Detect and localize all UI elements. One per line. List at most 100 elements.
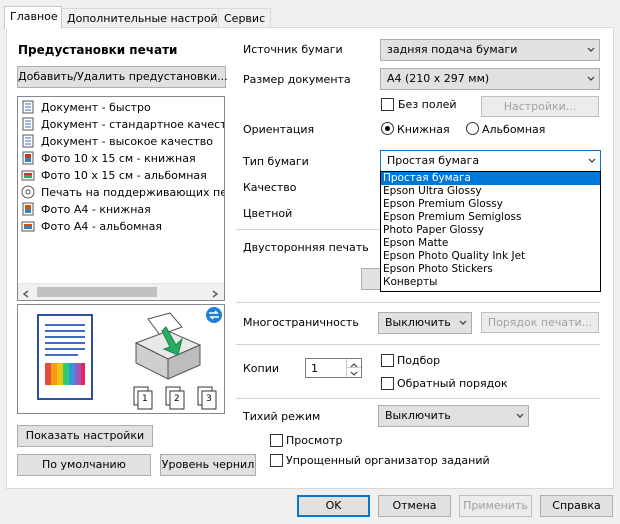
quiet-mode-label: Тихий режим	[243, 410, 321, 423]
preview-illustration	[37, 307, 222, 410]
preset-label: Фото 10 x 15 см - альбомная	[41, 169, 207, 182]
collate-number: 2	[174, 394, 180, 404]
document-icon	[21, 100, 35, 114]
quiet-mode-select[interactable]: Выключить	[378, 405, 529, 427]
paper-source-select[interactable]: задняя подача бумаги	[380, 39, 600, 61]
borderless-settings-button[interactable]: Настройки...	[481, 96, 599, 117]
preset-label: Фото A4 - альбомная	[41, 220, 162, 233]
horizontal-scrollbar[interactable]	[18, 283, 224, 300]
list-item[interactable]: Документ - быстро	[21, 100, 151, 117]
portrait-radio[interactable]	[381, 122, 394, 135]
dropdown-option[interactable]: Epson Premium Semigloss	[381, 211, 600, 224]
dropdown-option[interactable]: Epson Premium Glossy	[381, 198, 600, 211]
two-sided-icon	[206, 307, 222, 323]
dropdown-option[interactable]: Epson Photo Quality Ink Jet	[381, 250, 600, 263]
preset-label: Фото A4 - книжная	[41, 203, 151, 216]
list-item[interactable]: Документ - стандартное качество	[21, 117, 224, 134]
list-item[interactable]: Фото A4 - альбомная	[21, 219, 162, 236]
defaults-button[interactable]: По умолчанию	[17, 454, 151, 476]
preset-label: Документ - высокое качество	[41, 135, 214, 148]
copies-label: Копии	[243, 362, 280, 375]
add-remove-presets-button[interactable]: Добавить/Удалить предустановки...	[17, 66, 228, 88]
job-arranger-checkbox[interactable]	[270, 454, 283, 467]
presets-list: Документ - быстро Документ - стандартное…	[17, 96, 225, 301]
preset-label: Документ - быстро	[41, 101, 151, 114]
list-item[interactable]: Печать на поддерживающих печат	[21, 185, 224, 202]
landscape-radio[interactable]	[466, 122, 479, 135]
ink-levels-button[interactable]: Уровень чернил	[160, 454, 256, 476]
list-item[interactable]: Документ - высокое качество	[21, 134, 213, 151]
paper-source-label: Источник бумаги	[243, 43, 343, 56]
dropdown-option[interactable]: Конверты	[381, 276, 600, 289]
borderless-checkbox[interactable]	[381, 98, 394, 111]
copies-stepper[interactable]: 1	[305, 358, 362, 378]
spin-up-icon[interactable]	[346, 359, 361, 368]
doc-size-select[interactable]: A4 (210 x 297 мм)	[380, 68, 600, 90]
tab-main[interactable]: Главное	[4, 6, 62, 29]
help-button[interactable]: Справка	[540, 495, 613, 517]
copies-value: 1	[311, 362, 318, 375]
dropdown-option[interactable]: Простая бумага	[381, 172, 600, 185]
orientation-label: Ориентация	[243, 123, 315, 136]
spin-down-icon[interactable]	[346, 368, 361, 377]
doc-size-value: A4 (210 x 297 мм)	[387, 72, 490, 85]
collate-number: 3	[206, 394, 212, 404]
collate-label: Подбор	[397, 354, 441, 367]
cancel-button[interactable]: Отмена	[378, 495, 451, 517]
multipage-select[interactable]: Выключить	[378, 312, 472, 334]
reverse-order-label: Обратный порядок	[397, 377, 508, 390]
borderless-label: Без полей	[398, 98, 457, 111]
paper-page-icon	[37, 314, 93, 400]
preview-label: Просмотр	[286, 434, 343, 447]
collate-checkbox[interactable]	[381, 354, 394, 367]
show-settings-button[interactable]: Показать настройки	[17, 425, 153, 447]
preset-label: Печать на поддерживающих печат	[41, 186, 224, 199]
disc-icon	[21, 185, 35, 199]
collate-number: 1	[142, 394, 148, 404]
photo-icon	[21, 151, 35, 165]
printer-icon	[134, 312, 202, 380]
paper-type-select[interactable]: Простая бумага	[380, 150, 601, 172]
ok-button[interactable]: OK	[297, 495, 370, 517]
landscape-label: Альбомная	[482, 123, 546, 136]
tab-service[interactable]: Сервис	[218, 8, 271, 28]
paper-type-label: Тип бумаги	[243, 155, 309, 168]
dropdown-option[interactable]: Epson Ultra Glossy	[381, 185, 600, 198]
chevron-down-icon	[587, 47, 595, 52]
list-item[interactable]: Фото 10 x 15 см - альбомная	[21, 168, 207, 185]
preview-checkbox[interactable]	[270, 434, 283, 447]
page-order-button[interactable]: Порядок печати...	[481, 312, 599, 333]
tab-advanced[interactable]: Дополнительные настройки	[61, 8, 232, 28]
dropdown-option[interactable]: Photo Paper Glossy	[381, 224, 600, 237]
duplex-label: Двусторонняя печать	[243, 241, 369, 254]
photo-icon	[21, 168, 35, 182]
apply-button[interactable]: Применить	[459, 495, 532, 517]
paper-type-value: Простая бумага	[387, 154, 480, 167]
portrait-label: Книжная	[397, 123, 450, 136]
doc-size-label: Размер документа	[243, 73, 351, 86]
duplex-settings-button[interactable]	[361, 268, 381, 290]
scroll-right-icon[interactable]	[211, 288, 219, 300]
quiet-mode-value: Выключить	[385, 409, 451, 422]
dropdown-option[interactable]: Epson Photo Stickers	[381, 263, 600, 276]
dropdown-option[interactable]: Epson Matte	[381, 237, 600, 250]
scroll-thumb[interactable]	[37, 287, 157, 297]
reverse-order-checkbox[interactable]	[381, 377, 394, 390]
list-item[interactable]: Фото 10 x 15 см - книжная	[21, 151, 196, 168]
chevron-down-icon	[588, 158, 596, 163]
scroll-left-icon[interactable]	[22, 288, 30, 300]
divider	[236, 344, 600, 345]
divider	[236, 302, 600, 303]
presets-title: Предустановки печати	[18, 43, 178, 57]
print-preview: 1 2 3	[17, 304, 225, 414]
chevron-down-icon	[587, 76, 595, 81]
paper-source-value: задняя подача бумаги	[387, 43, 518, 56]
preset-label: Фото 10 x 15 см - книжная	[41, 152, 196, 165]
document-icon	[21, 117, 35, 131]
divider	[236, 398, 600, 399]
chevron-down-icon	[459, 320, 467, 325]
paper-type-dropdown-list: Простая бумага Epson Ultra Glossy Epson …	[380, 171, 601, 292]
multipage-label: Многостраничность	[243, 316, 359, 329]
list-item[interactable]: Фото A4 - книжная	[21, 202, 151, 219]
chevron-down-icon	[516, 413, 524, 418]
